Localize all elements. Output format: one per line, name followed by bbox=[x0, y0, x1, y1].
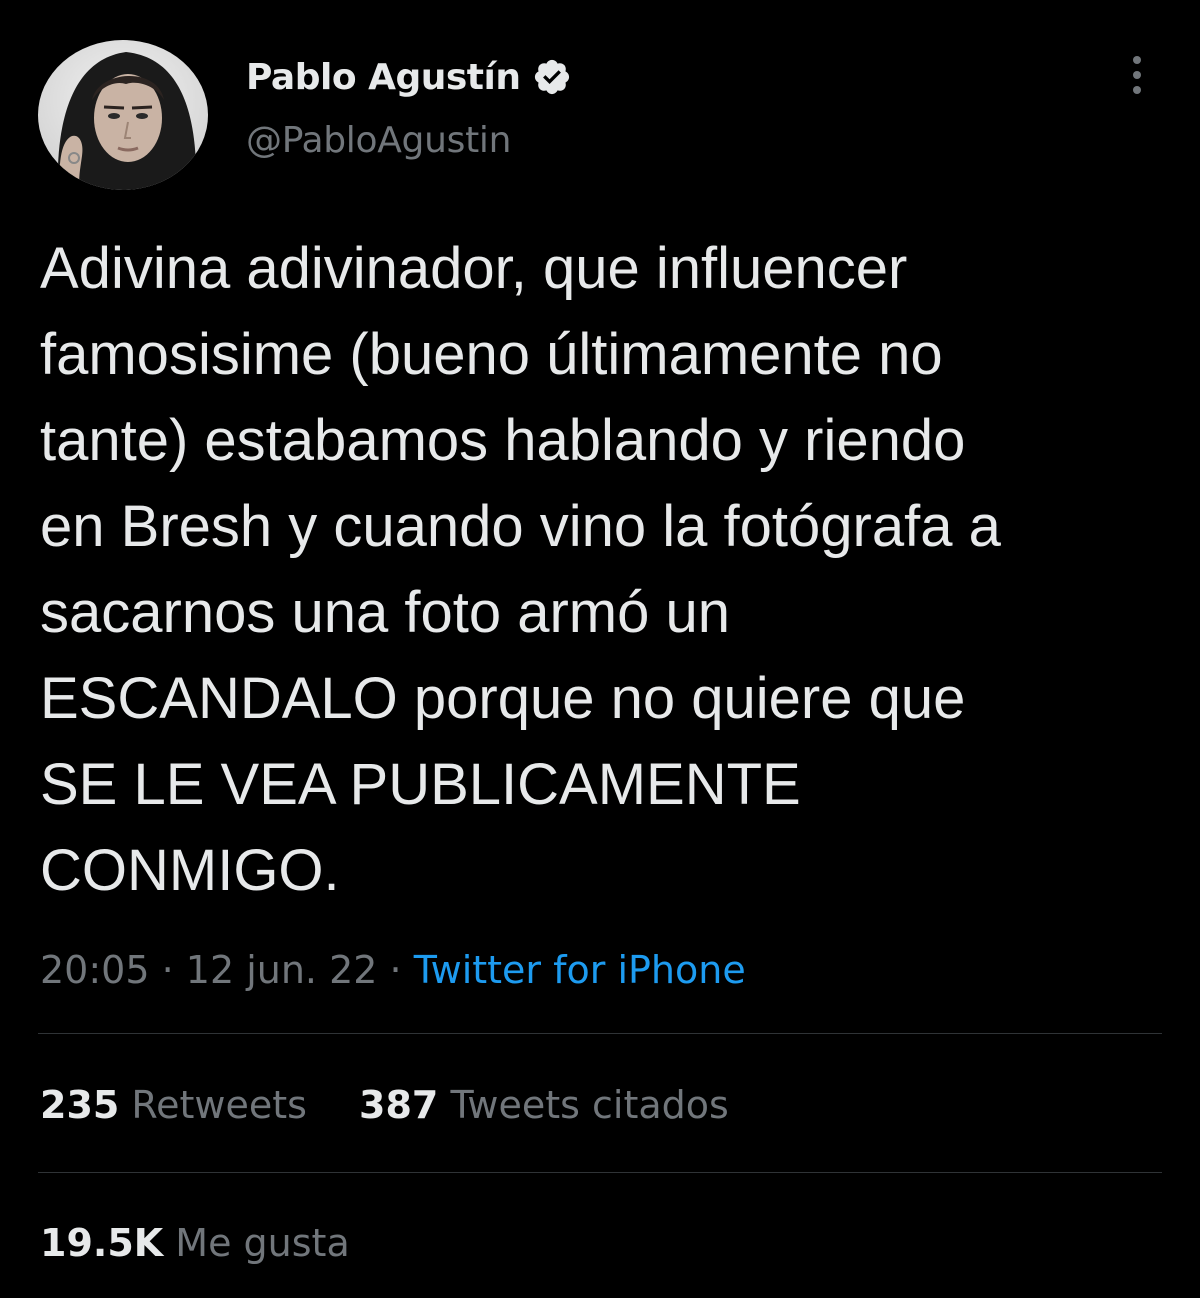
retweets-stat[interactable]: 235 Retweets bbox=[40, 1080, 307, 1130]
quote-tweets-stat[interactable]: 387 Tweets citados bbox=[359, 1080, 729, 1130]
tweet-date[interactable]: 12 jun. 22 bbox=[186, 948, 378, 992]
tweet-text-line: Adivina adivinador, que influencer bbox=[40, 236, 908, 301]
retweets-label: Retweets bbox=[131, 1083, 307, 1127]
tweet-text-line: CONMIGO. bbox=[40, 838, 340, 903]
likes-stats: 19.5K Me gusta bbox=[40, 1218, 350, 1268]
tweet-time[interactable]: 20:05 bbox=[40, 948, 150, 992]
tweet-text-line: sacarnos una foto armó un bbox=[40, 580, 730, 645]
meta-separator: · bbox=[149, 948, 186, 992]
likes-stat[interactable]: 19.5K Me gusta bbox=[40, 1218, 350, 1268]
tweet-source-link[interactable]: Twitter for iPhone bbox=[414, 948, 746, 992]
tweet-meta: 20:05 · 12 jun. 22 · Twitter for iPhone bbox=[40, 944, 746, 996]
retweets-count: 235 bbox=[40, 1083, 120, 1127]
profile-photo-icon bbox=[38, 40, 208, 190]
tweet-text-line: famosisime (bueno últimamente no bbox=[40, 322, 943, 387]
user-handle[interactable]: @PabloAgustin bbox=[246, 120, 511, 161]
author-name-row[interactable]: Pablo Agustín bbox=[246, 52, 572, 102]
tweet-text: Adivina adivinador, que influencer famos… bbox=[40, 226, 1170, 914]
verified-badge-icon bbox=[532, 57, 572, 97]
avatar[interactable] bbox=[38, 40, 208, 190]
likes-count: 19.5K bbox=[40, 1221, 164, 1265]
divider bbox=[38, 1033, 1162, 1034]
divider bbox=[38, 1172, 1162, 1173]
tweet-text-line: ESCANDALO porque no quiere que bbox=[40, 666, 966, 731]
display-name[interactable]: Pablo Agustín bbox=[246, 57, 521, 98]
likes-label: Me gusta bbox=[175, 1221, 350, 1265]
quote-tweets-label: Tweets citados bbox=[450, 1083, 729, 1127]
meta-separator: · bbox=[377, 948, 414, 992]
tweet-text-line: SE LE VEA PUBLICAMENTE bbox=[40, 752, 801, 817]
quote-tweets-count: 387 bbox=[359, 1083, 439, 1127]
more-vertical-icon[interactable] bbox=[1122, 52, 1152, 98]
engagement-stats: 235 Retweets 387 Tweets citados bbox=[40, 1080, 729, 1130]
tweet-text-line: tante) estabamos hablando y riendo bbox=[40, 408, 966, 473]
tweet-text-line: en Bresh y cuando vino la fotógrafa a bbox=[40, 494, 1001, 559]
